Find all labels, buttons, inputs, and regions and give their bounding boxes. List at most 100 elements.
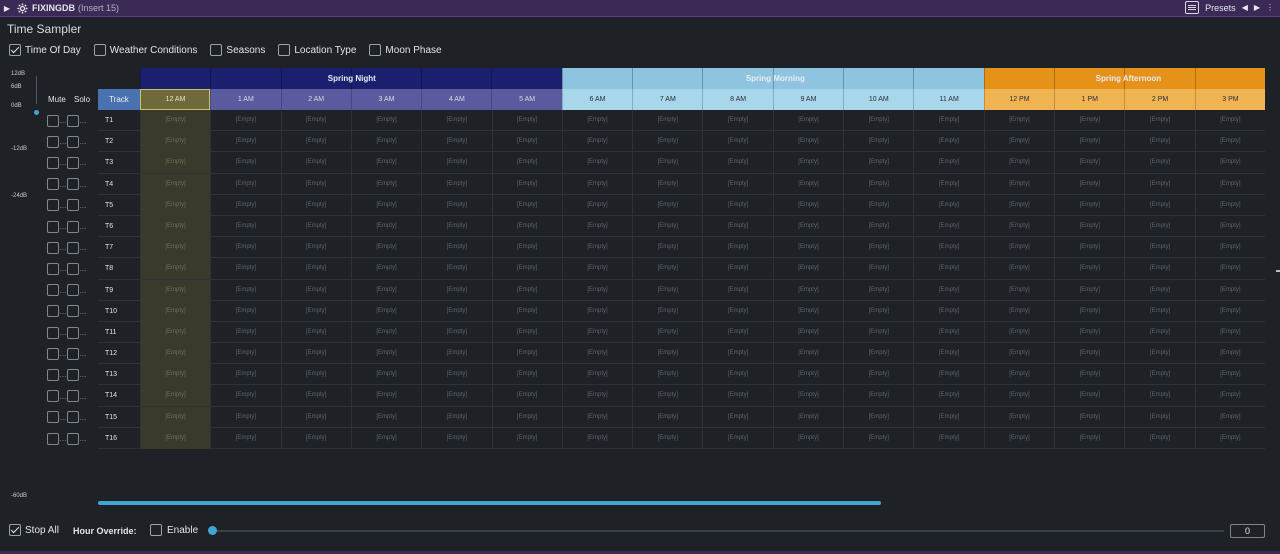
sample-slot[interactable]: [Empty]: [421, 343, 491, 365]
sample-slot[interactable]: [Empty]: [139, 321, 211, 343]
sample-slot[interactable]: [Empty]: [350, 343, 421, 365]
sample-slot[interactable]: [Empty]: [1124, 364, 1194, 386]
sample-slot[interactable]: [Empty]: [1054, 152, 1124, 174]
hour-header[interactable]: 1 PM: [1054, 89, 1125, 110]
sample-slot[interactable]: [Empty]: [210, 237, 280, 259]
sample-slot[interactable]: [Empty]: [1194, 152, 1265, 174]
sample-slot[interactable]: [Empty]: [491, 131, 562, 153]
sample-slot[interactable]: [Empty]: [843, 343, 913, 365]
track-header[interactable]: Track: [98, 89, 140, 110]
sample-slot[interactable]: [Empty]: [632, 321, 702, 343]
solo-checkbox[interactable]: [67, 156, 79, 169]
sample-slot[interactable]: [Empty]: [983, 237, 1054, 259]
sample-slot[interactable]: [Empty]: [280, 300, 351, 322]
sample-slot[interactable]: [Empty]: [421, 173, 491, 195]
sample-slot[interactable]: [Empty]: [983, 279, 1054, 301]
sample-slot[interactable]: [Empty]: [632, 385, 702, 407]
sample-slot[interactable]: [Empty]: [702, 194, 772, 216]
mute-checkbox[interactable]: [47, 432, 59, 445]
sample-slot[interactable]: [Empty]: [843, 279, 913, 301]
sample-slot[interactable]: [Empty]: [1054, 215, 1124, 237]
sample-slot[interactable]: [Empty]: [1054, 237, 1124, 259]
sample-slot[interactable]: [Empty]: [1054, 427, 1124, 449]
sample-slot[interactable]: [Empty]: [491, 194, 562, 216]
sample-slot[interactable]: [Empty]: [913, 152, 983, 174]
solo-checkbox[interactable]: [67, 411, 79, 424]
sample-slot[interactable]: [Empty]: [491, 237, 562, 259]
sample-slot[interactable]: [Empty]: [139, 173, 211, 195]
filter-moon-phase[interactable]: Moon Phase: [369, 44, 442, 56]
sample-slot[interactable]: [Empty]: [1124, 258, 1194, 280]
mute-checkbox[interactable]: [47, 199, 59, 212]
sample-slot[interactable]: [Empty]: [772, 131, 843, 153]
sample-slot[interactable]: [Empty]: [561, 131, 632, 153]
sample-slot[interactable]: [Empty]: [210, 385, 280, 407]
sample-slot[interactable]: [Empty]: [1194, 110, 1265, 131]
sample-slot[interactable]: [Empty]: [632, 406, 702, 428]
sample-slot[interactable]: [Empty]: [280, 279, 351, 301]
sample-slot[interactable]: [Empty]: [350, 110, 421, 131]
sample-slot[interactable]: [Empty]: [421, 300, 491, 322]
stop-all-checkbox[interactable]: [9, 524, 21, 536]
sample-slot[interactable]: [Empty]: [913, 321, 983, 343]
sample-slot[interactable]: [Empty]: [1194, 343, 1265, 365]
sample-slot[interactable]: [Empty]: [772, 300, 843, 322]
sample-slot[interactable]: [Empty]: [983, 110, 1054, 131]
filter-seasons[interactable]: Seasons: [210, 44, 265, 56]
sample-slot[interactable]: [Empty]: [1124, 110, 1194, 131]
hour-header[interactable]: 2 AM: [280, 89, 351, 110]
resize-grip[interactable]: [1276, 270, 1280, 272]
sample-slot[interactable]: [Empty]: [843, 258, 913, 280]
hour-value-field[interactable]: 0: [1230, 524, 1265, 538]
preset-menu-icon[interactable]: ⋮: [1266, 3, 1274, 12]
hour-header[interactable]: 1 AM: [210, 89, 281, 110]
sample-slot[interactable]: [Empty]: [491, 321, 562, 343]
mute-checkbox[interactable]: [47, 305, 59, 318]
enable-checkbox[interactable]: [150, 524, 162, 536]
mute-checkbox[interactable]: [47, 411, 59, 424]
sample-slot[interactable]: [Empty]: [1054, 321, 1124, 343]
sample-slot[interactable]: [Empty]: [772, 110, 843, 131]
sample-slot[interactable]: [Empty]: [702, 215, 772, 237]
sample-slot[interactable]: [Empty]: [632, 258, 702, 280]
solo-checkbox[interactable]: [67, 135, 79, 148]
sample-slot[interactable]: [Empty]: [702, 300, 772, 322]
sample-slot[interactable]: [Empty]: [1054, 406, 1124, 428]
sample-slot[interactable]: [Empty]: [843, 131, 913, 153]
sample-slot[interactable]: [Empty]: [702, 173, 772, 195]
sample-slot[interactable]: [Empty]: [561, 406, 632, 428]
sample-slot[interactable]: [Empty]: [1194, 194, 1265, 216]
sample-slot[interactable]: [Empty]: [1194, 258, 1265, 280]
sample-slot[interactable]: [Empty]: [913, 237, 983, 259]
sample-slot[interactable]: [Empty]: [1054, 364, 1124, 386]
sample-slot[interactable]: [Empty]: [702, 321, 772, 343]
sample-slot[interactable]: [Empty]: [210, 406, 280, 428]
sample-slot[interactable]: [Empty]: [350, 258, 421, 280]
sample-slot[interactable]: [Empty]: [139, 152, 211, 174]
sample-slot[interactable]: [Empty]: [702, 406, 772, 428]
sample-slot[interactable]: [Empty]: [421, 215, 491, 237]
sample-slot[interactable]: [Empty]: [350, 279, 421, 301]
sample-slot[interactable]: [Empty]: [632, 427, 702, 449]
sample-slot[interactable]: [Empty]: [139, 406, 211, 428]
mute-checkbox[interactable]: [47, 220, 59, 233]
sample-slot[interactable]: [Empty]: [702, 427, 772, 449]
presets-list-icon[interactable]: [1185, 1, 1200, 14]
mute-checkbox[interactable]: [47, 156, 59, 169]
sample-slot[interactable]: [Empty]: [772, 385, 843, 407]
stop-all-toggle[interactable]: Stop All: [9, 524, 59, 536]
sample-slot[interactable]: [Empty]: [139, 279, 211, 301]
sample-slot[interactable]: [Empty]: [1054, 131, 1124, 153]
sample-slot[interactable]: [Empty]: [561, 215, 632, 237]
sample-slot[interactable]: [Empty]: [843, 300, 913, 322]
sample-slot[interactable]: [Empty]: [702, 385, 772, 407]
mute-checkbox[interactable]: [47, 178, 59, 191]
sample-slot[interactable]: [Empty]: [913, 385, 983, 407]
sample-slot[interactable]: [Empty]: [772, 258, 843, 280]
solo-checkbox[interactable]: [67, 305, 79, 318]
sample-slot[interactable]: [Empty]: [983, 385, 1054, 407]
sample-slot[interactable]: [Empty]: [421, 258, 491, 280]
hour-header[interactable]: 4 AM: [421, 89, 492, 110]
sample-slot[interactable]: [Empty]: [983, 215, 1054, 237]
sample-slot[interactable]: [Empty]: [350, 152, 421, 174]
